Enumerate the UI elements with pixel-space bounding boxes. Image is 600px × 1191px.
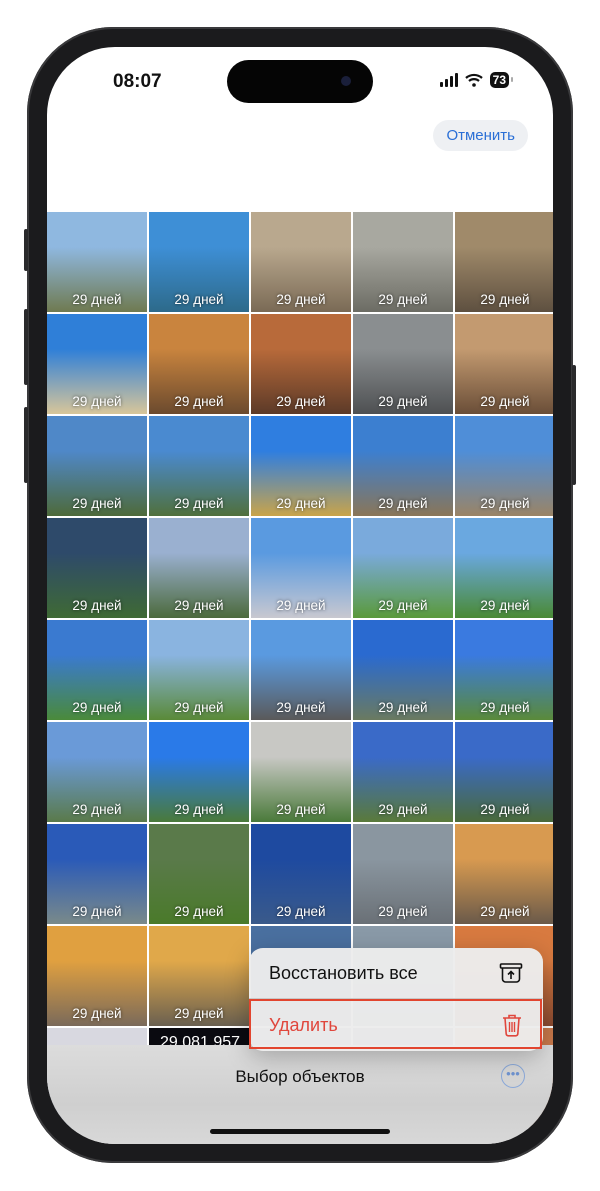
photo-thumbnail[interactable]: 29 дней [251, 212, 351, 312]
dynamic-island [227, 60, 373, 103]
photo-thumbnail[interactable]: 29 дней [353, 212, 453, 312]
days-remaining-label: 29 дней [276, 292, 326, 307]
photo-thumbnail[interactable]: 29 дней [251, 518, 351, 618]
photo-thumbnail[interactable]: 29 дней [455, 620, 553, 720]
photo-thumbnail[interactable]: 29 дней [455, 518, 553, 618]
photo-thumbnail[interactable]: 29 дней [47, 824, 147, 924]
photo-thumbnail[interactable]: 29 дней [251, 314, 351, 414]
photo-thumbnail[interactable]: 29 дней [47, 518, 147, 618]
cellular-signal-icon [439, 73, 458, 87]
days-remaining-label: 29 дней [72, 496, 122, 511]
photo-thumbnail[interactable]: 29 дней [455, 416, 553, 516]
days-remaining-label: 29 дней [276, 496, 326, 511]
screen: 08:07 73 Отменить 29 дней 29 дней 29 дней 2… [47, 47, 553, 1144]
volume-down-button [24, 407, 28, 483]
days-remaining-label: 29 дней [480, 700, 530, 715]
photo-thumbnail[interactable]: 29 дней [353, 416, 453, 516]
photo-thumbnail[interactable]: 29 дней [251, 824, 351, 924]
photo-thumbnail[interactable]: 29 дней [149, 518, 249, 618]
home-indicator[interactable] [210, 1129, 390, 1134]
days-remaining-label: 29 дней [72, 802, 122, 817]
restore-tray-icon [499, 963, 523, 983]
photo-thumbnail[interactable]: 29 дней [251, 620, 351, 720]
battery-indicator: 73 [489, 72, 514, 88]
days-remaining-label: 29 дней [480, 292, 530, 307]
photo-thumbnail[interactable]: 29 дней [47, 314, 147, 414]
photo-thumbnail[interactable]: 29 дней [47, 416, 147, 516]
photo-thumbnail[interactable]: 29 дней [353, 722, 453, 822]
days-remaining-label: 29 дней [480, 904, 530, 919]
days-remaining-label: 29 дней [174, 802, 224, 817]
status-time: 08:07 [113, 71, 162, 92]
side-button [572, 365, 576, 485]
photo-thumbnail[interactable]: 29 дней [149, 722, 249, 822]
days-remaining-label: 29 дней [378, 496, 428, 511]
days-remaining-label: 29 дней [378, 598, 428, 613]
photo-thumbnail[interactable]: 29 дней [149, 824, 249, 924]
days-remaining-label: 29 дней [72, 394, 122, 409]
days-remaining-label: 29 дней [480, 394, 530, 409]
bottom-toolbar: Выбор объектов ••• [47, 1045, 553, 1144]
photo-thumbnail[interactable]: 29 дней [353, 518, 453, 618]
menu-item-restore-all[interactable]: Восстановить все [249, 948, 543, 998]
days-remaining-label: 29 дней [174, 904, 224, 919]
days-remaining-label: 29 дней [276, 802, 326, 817]
volume-up-button [24, 309, 28, 385]
days-remaining-label: 29 дней [378, 802, 428, 817]
days-remaining-label: 29 дней [276, 904, 326, 919]
days-remaining-label: 29 дней [72, 292, 122, 307]
photo-thumbnail[interactable]: 29 дней [149, 620, 249, 720]
photo-thumbnail[interactable]: 29 дней [455, 212, 553, 312]
photo-thumbnail[interactable]: 29 дней [455, 722, 553, 822]
days-remaining-label: 29 дней [480, 598, 530, 613]
days-remaining-label: 29 дней [276, 394, 326, 409]
days-remaining-label: 29 дней [174, 394, 224, 409]
camera-icon [341, 76, 351, 86]
photo-thumbnail[interactable]: 29 дней [47, 212, 147, 312]
wifi-icon [464, 73, 483, 87]
days-remaining-label: 29 дней [174, 496, 224, 511]
photo-thumbnail[interactable]: 29 дней [251, 416, 351, 516]
days-remaining-label: 29 дней [72, 598, 122, 613]
days-remaining-label: 29 дней [174, 598, 224, 613]
photo-thumbnail[interactable]: 29 дней [455, 314, 553, 414]
days-remaining-label: 29 дней [72, 1006, 122, 1021]
action-button [24, 229, 28, 271]
photo-thumbnail[interactable]: 29 дней [47, 722, 147, 822]
days-remaining-label: 29 дней [276, 598, 326, 613]
photo-thumbnail[interactable]: 29 дней [353, 824, 453, 924]
photo-thumbnail[interactable]: 29 дней [149, 212, 249, 312]
more-options-icon[interactable]: ••• [501, 1064, 525, 1088]
days-remaining-label: 29 дней [174, 292, 224, 307]
delete-highlight-frame [249, 999, 542, 1049]
days-remaining-label: 29 дней [174, 1006, 224, 1021]
days-remaining-label: 29 дней [174, 700, 224, 715]
status-icons: 73 [439, 72, 514, 88]
days-remaining-label: 29 дней [72, 904, 122, 919]
photo-thumbnail[interactable]: 29 дней [149, 926, 249, 1026]
days-remaining-label: 29 дней [276, 700, 326, 715]
selection-title: Выбор объектов [235, 1067, 365, 1086]
photo-thumbnail[interactable]: 29 дней [47, 620, 147, 720]
photo-thumbnail[interactable]: 29 дней [353, 620, 453, 720]
days-remaining-label: 29 дней [72, 700, 122, 715]
photo-thumbnail[interactable]: 29 дней [149, 416, 249, 516]
photo-thumbnail[interactable]: 29 дней [455, 824, 553, 924]
days-remaining-label: 29 дней [480, 802, 530, 817]
days-remaining-label: 29 дней [378, 700, 428, 715]
days-remaining-label: 29 дней [378, 292, 428, 307]
cancel-button[interactable]: Отменить [433, 120, 528, 151]
days-remaining-label: 29 дней [480, 496, 530, 511]
photo-thumbnail[interactable]: 29 дней [353, 314, 453, 414]
photo-thumbnail[interactable]: 29 дней [251, 722, 351, 822]
days-remaining-label: 29 дней [378, 394, 428, 409]
days-remaining-label: 29 дней [378, 904, 428, 919]
restore-all-label: Восстановить все [269, 962, 418, 983]
photo-thumbnail[interactable]: 29 дней [47, 926, 147, 1026]
photo-thumbnail[interactable]: 29 дней [149, 314, 249, 414]
